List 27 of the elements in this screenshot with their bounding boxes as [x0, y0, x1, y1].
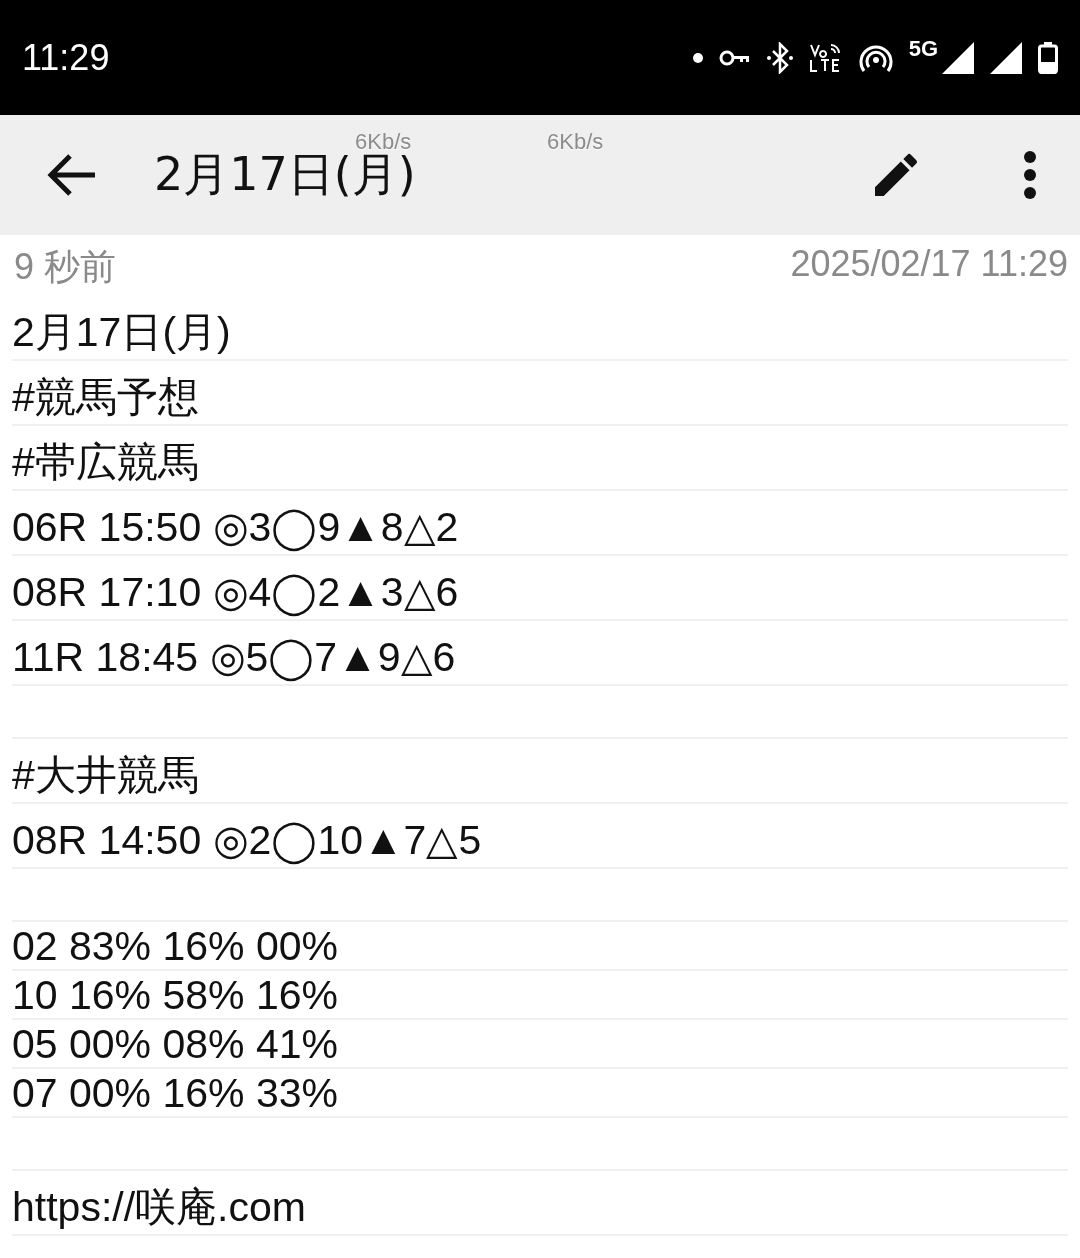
notification-dot-icon: [692, 52, 703, 63]
speed-overlay: 6Kb/s: [355, 129, 412, 154]
note-line: 08R 17:10 ◎4◯2▲3△6: [12, 572, 459, 619]
timestamp: 2025/02/17 11:29: [790, 243, 1068, 286]
note-line: 02 83% 16% 00%: [12, 926, 338, 969]
note-line: 2月17日(月): [12, 312, 231, 357]
note-line: #競馬予想: [12, 377, 199, 422]
more-icon: [1022, 150, 1038, 200]
signal-icon: [990, 41, 1022, 74]
relative-time: 9 秒前: [14, 245, 117, 289]
network-type: 5G: [908, 35, 938, 62]
battery-icon: [1038, 41, 1058, 74]
note-line: 06R 15:50 ◎3◯9▲8△2: [12, 507, 459, 554]
note-line: 08R 14:50 ◎2◯10▲7△5: [12, 820, 482, 867]
signal-icon: [942, 41, 974, 74]
speed-overlay: 6Kb/s: [547, 129, 604, 155]
status-time: 11:29: [22, 36, 110, 79]
note-line: 10 16% 58% 16%: [12, 975, 338, 1018]
note-line: https://咲庵.com: [12, 1187, 306, 1232]
volte-icon: [808, 42, 843, 73]
note-line: 11R 18:45 ◎5◯7▲9△6: [12, 637, 456, 684]
bluetooth-icon: [766, 41, 793, 74]
note-line: #大井競馬: [12, 755, 199, 800]
note-line: #帯広競馬: [12, 442, 199, 487]
note-line: 07 00% 16% 33%: [12, 1073, 338, 1116]
note-line: 05 00% 08% 41%: [12, 1024, 338, 1067]
back-arrow-icon: [46, 153, 96, 197]
